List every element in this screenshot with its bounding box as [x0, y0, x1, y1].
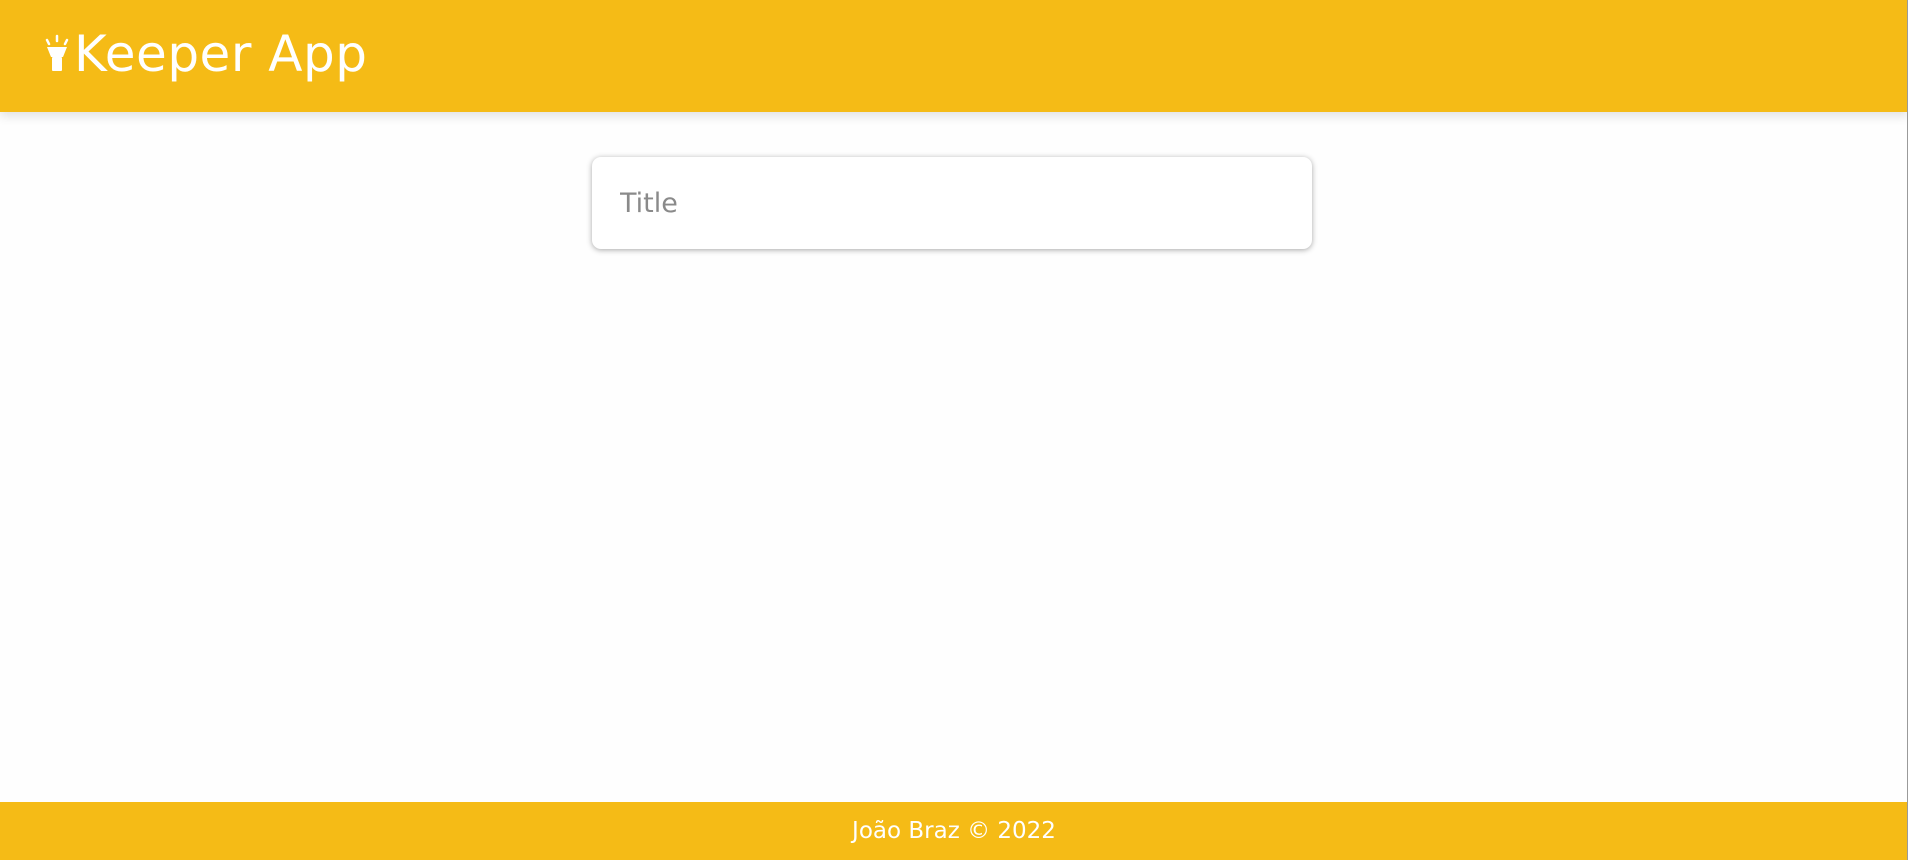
app-header: Keeper App	[0, 0, 1908, 112]
main-content	[0, 112, 1908, 802]
flashlight-icon	[42, 32, 72, 76]
create-note-form	[592, 157, 1312, 249]
copyright-text: João Braz © 2022	[852, 818, 1056, 844]
app-footer: João Braz © 2022	[0, 802, 1908, 860]
note-title-input[interactable]	[620, 179, 1280, 227]
app-logo: Keeper App	[42, 22, 367, 86]
app-title: Keeper App	[74, 25, 368, 83]
